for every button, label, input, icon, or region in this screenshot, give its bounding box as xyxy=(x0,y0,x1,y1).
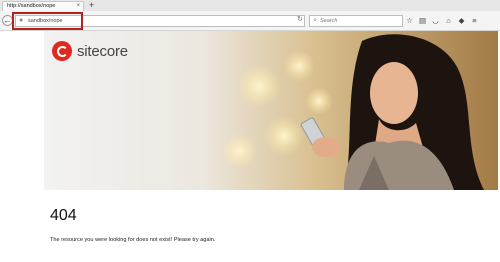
menu-icon[interactable]: ≡ xyxy=(471,16,478,26)
star-icon[interactable]: ☆ xyxy=(406,16,413,26)
tab-title: http://sandbox/nope xyxy=(7,3,56,9)
pocket-icon[interactable]: ◡ xyxy=(432,16,439,26)
reading-list-icon[interactable]: ▤ xyxy=(419,16,426,26)
new-tab-button[interactable]: + xyxy=(89,0,94,10)
search-input[interactable] xyxy=(320,16,400,26)
extension-icon[interactable]: ◆ xyxy=(458,16,465,26)
logo-text: sitecore xyxy=(77,42,128,60)
url-highlight-box xyxy=(12,12,83,30)
close-tab-icon[interactable]: × xyxy=(76,2,80,11)
error-message: The resource you were looking for does n… xyxy=(50,237,216,243)
tab-active[interactable]: http://sandbox/nope × xyxy=(2,1,84,11)
tab-strip: http://sandbox/nope × + xyxy=(0,0,500,11)
search-icon: ⌕ xyxy=(313,17,317,24)
sitecore-logo-icon xyxy=(52,41,72,61)
toolbar-icons: ☆ ▤ ◡ ⌂ ◆ ≡ xyxy=(406,16,478,26)
home-icon[interactable]: ⌂ xyxy=(445,16,452,26)
error-code: 404 xyxy=(50,207,77,224)
reload-icon[interactable]: ↻ xyxy=(297,16,303,24)
hero-banner: sitecore xyxy=(44,31,498,190)
search-bar[interactable]: ⌕ xyxy=(309,15,403,27)
sitecore-logo: sitecore xyxy=(52,39,128,63)
